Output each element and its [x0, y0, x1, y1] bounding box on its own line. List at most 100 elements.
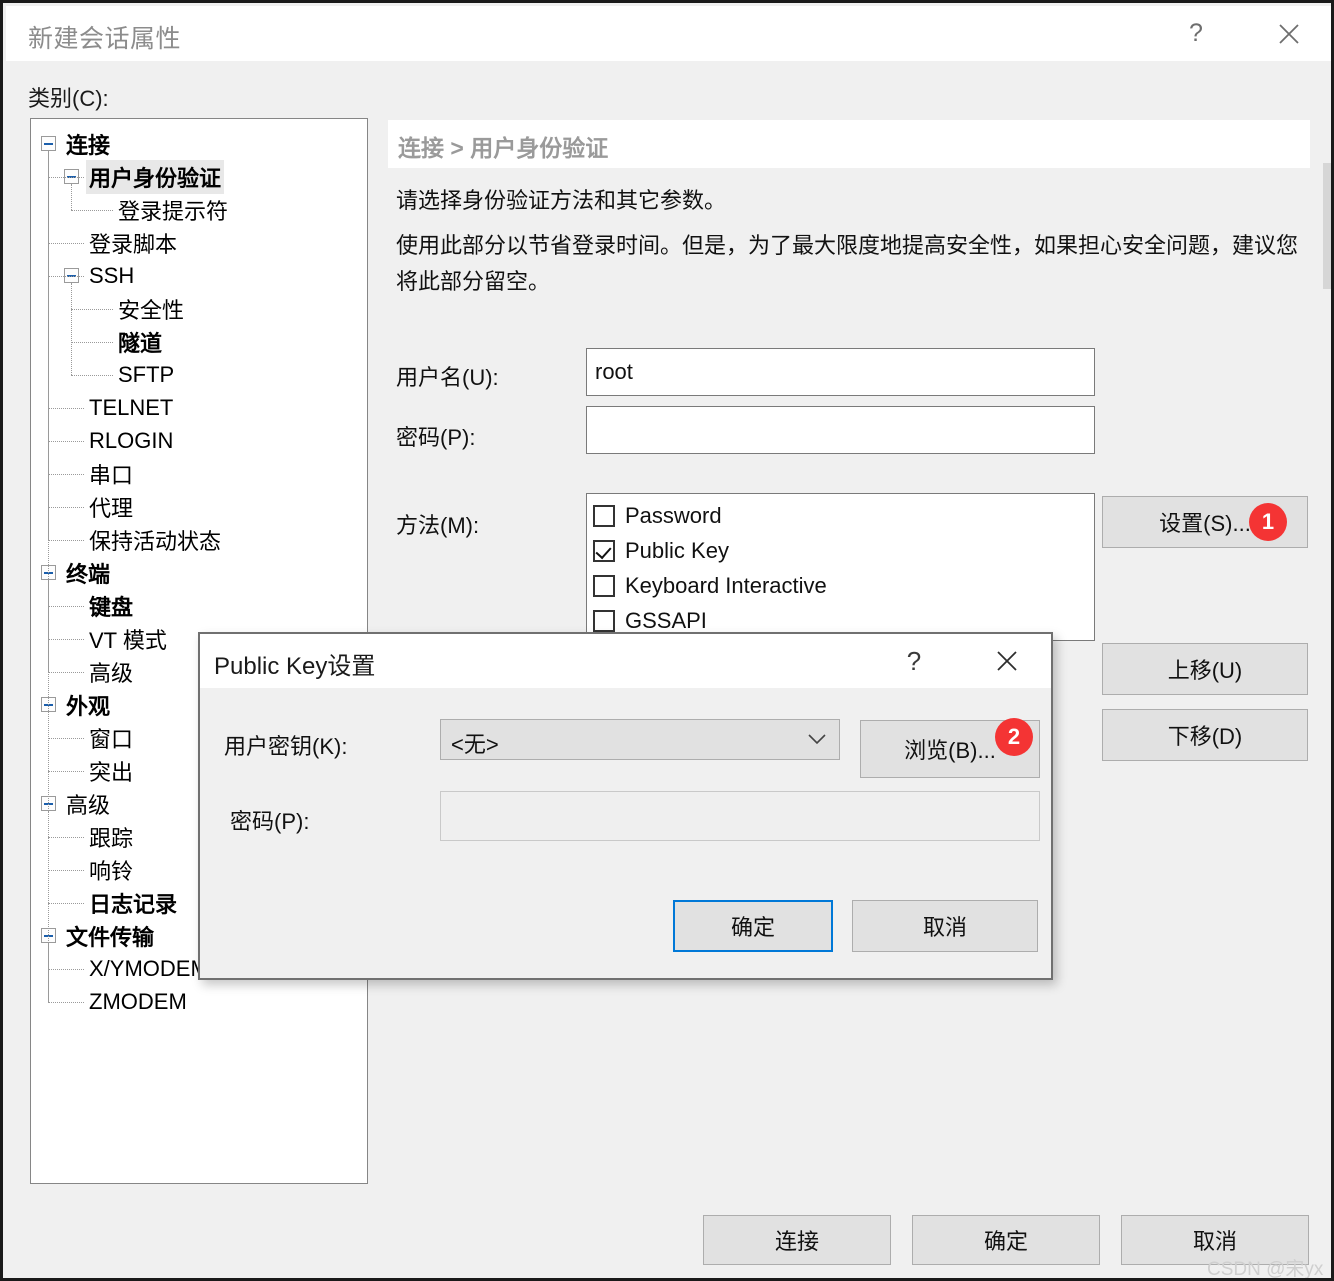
window-titlebar: 新建会话属性 ? [6, 6, 1331, 61]
tree-item[interactable]: 安全性 [115, 292, 187, 325]
tree-item[interactable]: 连接 [63, 127, 113, 160]
tree-item[interactable]: 登录提示符 [115, 193, 231, 226]
tree-item-label: 响铃 [89, 858, 134, 884]
tree-item-label: 外观 [66, 693, 111, 719]
tree-item-label: 登录脚本 [89, 231, 178, 257]
tree-connector-line [48, 408, 84, 409]
tree-connector-line [48, 672, 84, 673]
tree-item[interactable]: 保持活动状态 [86, 523, 224, 556]
modal-close-icon[interactable] [978, 634, 1036, 688]
tree-item[interactable]: 登录脚本 [86, 226, 180, 259]
chevron-down-icon [807, 733, 827, 751]
method-list-item[interactable]: Public Key [593, 533, 729, 568]
ok-button[interactable]: 确定 [912, 1215, 1100, 1265]
tree-item[interactable]: SFTP [115, 358, 177, 391]
new-session-properties-window: 新建会话属性 ? 类别(C): 连接 用户身份验证 登录提示符 登录脚本 SSH 安全性隧… [0, 0, 1334, 1281]
tree-connector-line [48, 870, 84, 871]
modal-user-key-label: 用户密钥(K): [224, 734, 348, 759]
modal-password-label: 密码(P): [230, 809, 310, 834]
move-up-button[interactable]: 上移(U) [1102, 643, 1308, 695]
modal-cancel-button[interactable]: 取消 [852, 900, 1038, 952]
tree-connector-line [48, 474, 84, 475]
tree-item[interactable]: 键盘 [86, 589, 136, 622]
tree-item[interactable]: 高级 [63, 787, 113, 820]
tree-connector-line [48, 837, 84, 838]
tree-connector-line [71, 375, 113, 376]
username-label: 用户名(U): [396, 365, 499, 390]
tree-item-label: 连接 [66, 132, 111, 158]
username-input[interactable] [586, 348, 1095, 396]
tree-branch-line [48, 712, 49, 771]
method-label: GSSAPI [625, 607, 707, 633]
help-icon[interactable]: ? [1165, 6, 1227, 61]
checkbox-checked-icon[interactable] [593, 539, 615, 562]
tree-item[interactable]: 跟踪 [86, 820, 136, 853]
tree-item[interactable]: 窗口 [86, 721, 136, 754]
modal-help-icon[interactable]: ? [885, 634, 943, 688]
tree-item[interactable]: X/YMODEM [86, 952, 212, 985]
method-label: Keyboard Interactive [625, 572, 827, 598]
tree-connector-line [48, 276, 84, 277]
tree-connector-line [48, 177, 84, 178]
tree-item-label: 串口 [89, 462, 134, 488]
tree-item-label: VT 模式 [89, 627, 167, 653]
tree-item-label: RLOGIN [89, 427, 174, 453]
window-scrollbar[interactable] [1323, 163, 1331, 289]
tree-item-label: 登录提示符 [118, 198, 229, 224]
tree-branch-line [48, 943, 49, 1002]
modal-password-input[interactable] [440, 791, 1040, 841]
tree-connector-line [48, 738, 84, 739]
method-list-item[interactable]: Password [593, 498, 722, 533]
tree-item-label: 高级 [66, 792, 111, 818]
tree-item[interactable]: 代理 [86, 490, 136, 523]
checkbox-icon[interactable] [593, 504, 615, 527]
tree-connector-line [48, 540, 84, 541]
tree-item[interactable]: RLOGIN [86, 424, 176, 457]
modal-title: Public Key设置 [214, 653, 376, 680]
tree-branch-line [71, 283, 72, 375]
tree-connector-line [48, 969, 84, 970]
tree-item[interactable]: 突出 [86, 754, 136, 787]
modal-ok-button[interactable]: 确定 [673, 900, 833, 952]
method-label: Password [625, 502, 722, 528]
tree-connector-line [48, 771, 84, 772]
tree-item[interactable]: 文件传输 [63, 919, 157, 952]
tree-connector-line [48, 903, 84, 904]
description-line-2: 使用此部分以节省登录时间。但是，为了最大限度地提高安全性，如果担心安全问题，建议… [396, 233, 1299, 294]
breadcrumb: 连接 > 用户身份验证 [398, 135, 609, 161]
tree-branch-line [48, 580, 49, 672]
user-key-selected-value: <无> [451, 732, 499, 757]
tree-item-label: ZMODEM [89, 988, 187, 1014]
tree-item[interactable]: 隧道 [115, 325, 165, 358]
password-input[interactable] [586, 406, 1095, 454]
tree-expander-minus-icon[interactable] [41, 136, 56, 151]
method-list-item[interactable]: Keyboard Interactive [593, 568, 827, 603]
breadcrumb-bar: 连接 > 用户身份验证 [388, 120, 1310, 168]
settings-step-badge: 1 [1249, 503, 1287, 541]
tree-item[interactable]: SSH [86, 259, 137, 292]
method-label: Public Key [625, 537, 729, 563]
checkbox-icon[interactable] [593, 609, 615, 632]
tree-item-label: TELNET [89, 394, 174, 420]
tree-item-label: 跟踪 [89, 825, 134, 851]
description-line-1: 请选择身份验证方法和其它参数。 [396, 188, 727, 213]
tree-item[interactable]: 外观 [63, 688, 113, 721]
password-label: 密码(P): [396, 425, 476, 450]
move-down-button[interactable]: 下移(D) [1102, 709, 1308, 761]
user-key-select[interactable]: <无> [440, 719, 840, 760]
tree-item[interactable]: 终端 [63, 556, 113, 589]
close-icon[interactable] [1258, 6, 1320, 61]
methods-listbox[interactable]: Password Public Key Keyboard Interactive GS… [586, 493, 1095, 641]
tree-item[interactable]: 用户身份验证 [86, 159, 225, 194]
tree-item[interactable]: VT 模式 [86, 622, 170, 655]
tree-item[interactable]: 高级 [86, 655, 136, 688]
tree-item[interactable]: TELNET [86, 391, 176, 424]
tree-branch-line [48, 151, 49, 540]
tree-item[interactable]: 日志记录 [86, 886, 180, 919]
tree-item[interactable]: ZMODEM [86, 985, 190, 1018]
tree-item[interactable]: 串口 [86, 457, 136, 490]
methods-label: 方法(M): [396, 513, 480, 538]
connect-button[interactable]: 连接 [703, 1215, 891, 1265]
tree-item[interactable]: 响铃 [86, 853, 136, 886]
checkbox-icon[interactable] [593, 574, 615, 597]
